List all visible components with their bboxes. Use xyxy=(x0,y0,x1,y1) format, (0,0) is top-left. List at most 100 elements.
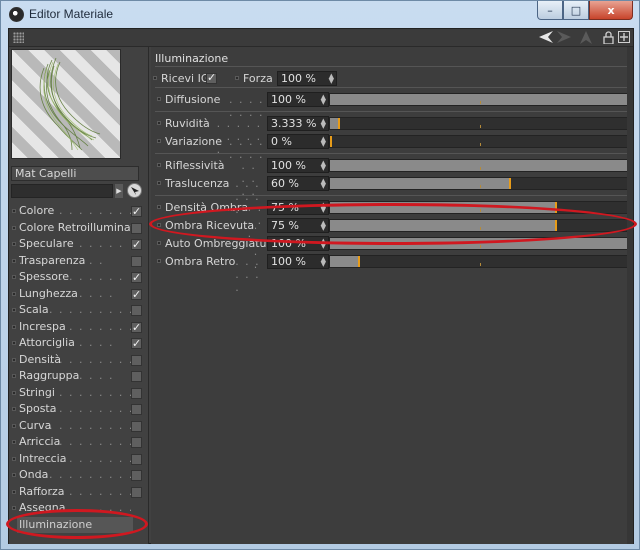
channel-checkbox[interactable] xyxy=(131,387,142,399)
param-value-field[interactable]: 100 % ▲ ▼ xyxy=(267,254,329,269)
close-button[interactable]: x xyxy=(589,1,633,20)
param-slider[interactable] xyxy=(329,93,633,106)
spinner-arrows-icon[interactable]: ▲ ▼ xyxy=(321,118,326,130)
channel-checkbox[interactable] xyxy=(131,354,142,366)
maximize-button[interactable]: □ xyxy=(563,1,589,20)
param-slider[interactable] xyxy=(329,237,633,250)
panel-scrollbar[interactable] xyxy=(627,47,633,544)
channel-checkbox[interactable] xyxy=(131,371,142,382)
param-slider[interactable] xyxy=(329,201,633,214)
arrow-left-icon[interactable] xyxy=(539,31,553,45)
ricevi-ig-checkbox[interactable] xyxy=(206,71,217,84)
channel-checkbox[interactable] xyxy=(131,470,142,481)
spinner-arrows-icon[interactable]: ▲ ▼ xyxy=(321,94,326,106)
channel-item-raggruppa[interactable]: . . . . . . . . . . Raggruppa xyxy=(9,368,147,385)
channel-item-curva[interactable]: . . . . . . . . . . . . . .Curva xyxy=(9,418,147,435)
slider-handle[interactable] xyxy=(555,220,557,231)
param-value-field[interactable]: 60 % ▲ ▼ xyxy=(267,176,329,191)
slider-handle[interactable] xyxy=(555,202,557,213)
spinner-arrows-icon[interactable]: ▲ ▼ xyxy=(321,256,326,268)
spinner-arrows-icon[interactable]: ▲ ▼ xyxy=(329,73,334,85)
channel-item-stringi[interactable]: . . . . . . . . . . . . .Stringi xyxy=(9,385,147,402)
animation-dot[interactable] xyxy=(157,163,161,167)
param-slider[interactable] xyxy=(329,117,633,130)
arrow-right-icon[interactable] xyxy=(557,31,571,45)
channel-filter-input[interactable] xyxy=(11,184,113,198)
param-value-field[interactable]: 75 % ▲ ▼ xyxy=(267,200,329,215)
param-value-field[interactable]: 0 % ▲ ▼ xyxy=(267,134,329,149)
param-value-field[interactable]: 100 % ▲ ▼ xyxy=(267,236,329,251)
animation-dot[interactable] xyxy=(157,139,161,143)
animation-dot[interactable] xyxy=(157,205,161,209)
channel-checkbox[interactable] xyxy=(131,404,142,415)
triangle-right-icon[interactable]: ▶ xyxy=(115,184,123,198)
channel-checkbox[interactable] xyxy=(131,222,142,234)
lock-icon[interactable] xyxy=(601,31,615,45)
channel-item-speculare[interactable]: . . . . . . . . . . . Speculare xyxy=(9,236,147,253)
channel-item-sposta[interactable]: . . . . . . . . . . . . .Sposta xyxy=(9,401,147,418)
param-slider[interactable] xyxy=(329,159,633,172)
channel-checkbox[interactable] xyxy=(131,204,142,220)
channel-item-spessore[interactable]: . . . . . . . . . . . Spessore xyxy=(9,269,147,286)
channel-checkbox[interactable] xyxy=(131,305,142,316)
animation-dot[interactable] xyxy=(157,223,161,227)
channel-checkbox[interactable] xyxy=(131,320,142,336)
title-bar[interactable]: Editor Materiale – □ x xyxy=(1,1,639,28)
spinner-arrows-icon[interactable]: ▲ ▼ xyxy=(321,160,326,172)
spinner-arrows-icon[interactable]: ▲ ▼ xyxy=(321,220,326,232)
channel-item-onda[interactable]: . . . . . . . . . . . . . .Onda xyxy=(9,467,147,484)
animation-dot[interactable] xyxy=(157,121,161,125)
channel-checkbox[interactable] xyxy=(131,486,142,498)
animation-dot[interactable] xyxy=(153,76,157,80)
animation-dot[interactable] xyxy=(235,76,239,80)
spinner-arrows-icon[interactable]: ▲ ▼ xyxy=(321,178,326,190)
channel-item-lunghezza[interactable]: . . . . . . . . . . Lunghezza xyxy=(9,286,147,303)
channel-checkbox[interactable] xyxy=(131,453,142,465)
param-slider[interactable] xyxy=(329,219,633,232)
channel-item-trasparenza[interactable]: . . . . . . . . . Trasparenza xyxy=(9,253,147,270)
animation-dot[interactable] xyxy=(157,97,161,101)
slider-handle[interactable] xyxy=(358,256,360,267)
channel-checkbox[interactable] xyxy=(131,255,142,267)
slider-handle[interactable] xyxy=(509,178,511,189)
channel-item-densità[interactable]: . . . . . . . . . . . . Densità xyxy=(9,352,147,369)
minimize-button[interactable]: – xyxy=(537,1,563,20)
spinner-arrows-icon[interactable]: ▲ ▼ xyxy=(321,202,326,214)
spinner-arrows-icon[interactable]: ▲ ▼ xyxy=(321,136,326,148)
channel-item-scala[interactable]: . . . . . . . . . . . . . .Scala xyxy=(9,302,147,319)
slider-handle[interactable] xyxy=(330,136,332,147)
channel-item-colore[interactable]: . . . . . . . . . . . . . .Colore xyxy=(9,203,147,220)
channel-item-illuminazione[interactable]: . . . . . . . . Illuminazione xyxy=(17,516,133,533)
channel-item-attorciglia[interactable]: . . . . . . . . . . Attorciglia xyxy=(9,335,147,352)
animation-dot[interactable] xyxy=(157,259,161,263)
channel-item-intreccia[interactable]: . . . . . . . . . . . . Intreccia xyxy=(9,451,147,468)
channel-item-rafforza[interactable]: . . . . . . . . . . . . .Rafforza xyxy=(9,484,147,501)
arrow-up-icon[interactable] xyxy=(579,31,593,45)
channel-checkbox[interactable] xyxy=(131,287,142,303)
channel-item-colore-retroilluminato[interactable]: Colore Retroilluminato xyxy=(9,220,147,237)
slider-handle[interactable] xyxy=(338,118,340,129)
grip-icon[interactable] xyxy=(13,32,24,43)
param-slider[interactable] xyxy=(329,135,633,148)
new-window-icon[interactable] xyxy=(617,31,631,45)
animation-dot[interactable] xyxy=(157,181,161,185)
param-value-field[interactable]: 3.333 % ▲ ▼ xyxy=(267,116,329,131)
spinner-arrows-icon[interactable]: ▲ ▼ xyxy=(321,238,326,250)
forza-field[interactable]: 100 % ▲ ▼ xyxy=(277,71,337,86)
animation-dot[interactable] xyxy=(157,241,161,245)
channel-checkbox[interactable] xyxy=(131,270,142,286)
channel-checkbox[interactable] xyxy=(131,420,142,432)
channel-item-arriccia[interactable]: . . . . . . . . . . . . .Arriccia xyxy=(9,434,147,451)
param-slider[interactable] xyxy=(329,177,633,190)
material-name-field[interactable]: Mat Capelli xyxy=(11,166,139,181)
channel-checkbox[interactable] xyxy=(131,237,142,253)
param-slider[interactable] xyxy=(329,255,633,268)
param-value-field[interactable]: 100 % ▲ ▼ xyxy=(267,92,329,107)
pick-arrow-icon[interactable] xyxy=(127,183,142,198)
param-value-field[interactable]: 75 % ▲ ▼ xyxy=(267,218,329,233)
material-preview[interactable] xyxy=(11,49,121,159)
channel-item-assegna[interactable]: . . . . . . . . . . . . .Assegna xyxy=(9,500,147,517)
channel-item-increspa[interactable]: . . . . . . . . . . . . Increspa xyxy=(9,319,147,336)
channel-checkbox[interactable] xyxy=(131,336,142,352)
param-value-field[interactable]: 100 % ▲ ▼ xyxy=(267,158,329,173)
